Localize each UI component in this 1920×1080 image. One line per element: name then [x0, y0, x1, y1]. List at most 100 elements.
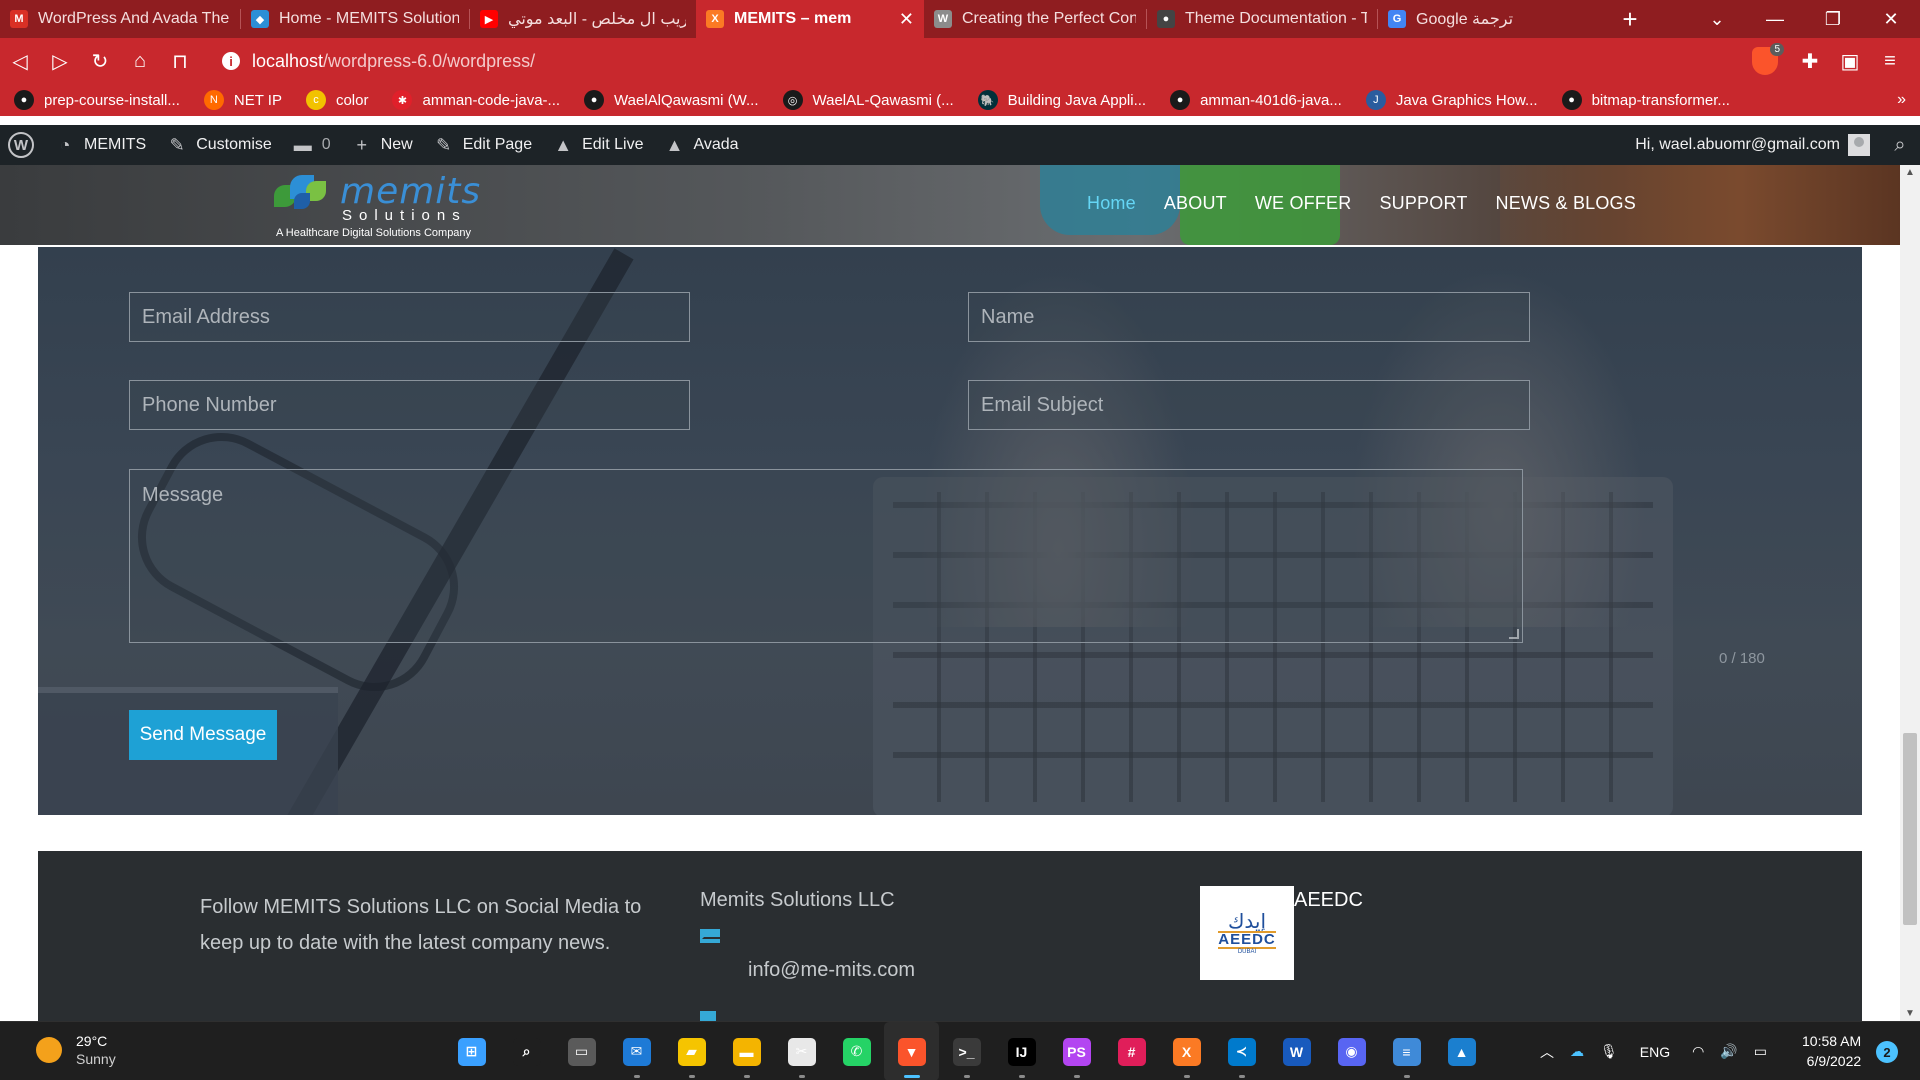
nav-support[interactable]: SUPPORT: [1379, 193, 1467, 214]
taskbar-app[interactable]: ◉: [1324, 1022, 1379, 1080]
taskbar-app[interactable]: PS: [1049, 1022, 1104, 1080]
notification-badge[interactable]: 2: [1876, 1041, 1898, 1063]
wp-edit-page[interactable]: ✎ Edit Page: [423, 125, 542, 165]
word-icon: W: [1282, 1037, 1311, 1066]
bookmark-item[interactable]: ◎ WaelAL-Qawasmi (...: [782, 90, 954, 110]
photos-icon: ▲: [1447, 1037, 1476, 1066]
volume-icon[interactable]: 🔊: [1720, 1043, 1737, 1060]
message-placeholder: Message: [142, 484, 224, 506]
aeedc-logo[interactable]: إيدك AEEDC DUBAI: [1200, 886, 1294, 980]
wp-account-menu[interactable]: Hi, wael.abuomr@gmail.com: [1625, 125, 1880, 165]
temperature: 29°C: [76, 1033, 108, 1049]
extensions-icon[interactable]: ✚: [1790, 41, 1830, 81]
wallet-icon[interactable]: ▣: [1830, 41, 1870, 81]
taskbar-app[interactable]: >_: [939, 1022, 994, 1080]
bookmarks-overflow-icon[interactable]: »: [1897, 91, 1906, 109]
taskbar-app[interactable]: X: [1159, 1022, 1214, 1080]
bookmark-item[interactable]: ● amman-401d6-java...: [1170, 90, 1342, 110]
restore-icon[interactable]: ❐: [1804, 0, 1862, 38]
scroll-up-icon[interactable]: ▲: [1905, 167, 1915, 178]
nav-about[interactable]: ABOUT: [1164, 193, 1227, 214]
taskbar-app[interactable]: ≡: [1379, 1022, 1434, 1080]
browser-tab[interactable]: X MEMITS – mem ✕: [696, 0, 924, 38]
weather-widget[interactable]: 29°C Sunny: [36, 1032, 116, 1068]
email-placeholder: Email Address: [142, 305, 270, 328]
taskbar-app[interactable]: ✉: [609, 1022, 664, 1080]
taskbar-app[interactable]: #: [1104, 1022, 1159, 1080]
wifi-icon[interactable]: ◠: [1692, 1043, 1704, 1060]
site-info-icon[interactable]: i: [222, 52, 240, 70]
bookmark-item[interactable]: ● WaelAlQawasmi (W...: [584, 90, 759, 110]
taskbar-app[interactable]: ⊞: [444, 1022, 499, 1080]
wp-comments[interactable]: ▬ 0: [282, 125, 341, 165]
brave-shields-icon[interactable]: 5: [1752, 43, 1784, 75]
browser-tab[interactable]: ● Theme Documentation - Th: [1147, 0, 1377, 38]
taskbar-app[interactable]: W: [1269, 1022, 1324, 1080]
taskbar-app[interactable]: ≺: [1214, 1022, 1269, 1080]
tray-chevron-icon[interactable]: ︿: [1540, 1042, 1554, 1062]
taskbar-app[interactable]: ▼: [884, 1022, 939, 1080]
bookmark-item[interactable]: 🐘 Building Java Appli...: [977, 90, 1146, 110]
taskbar-app[interactable]: ▲: [1434, 1022, 1489, 1080]
site-logo[interactable]: memits Solutions A Healthcare Digital So…: [274, 171, 494, 241]
bookmark-label: amman-code-java-...: [422, 91, 561, 109]
wp-edit-live[interactable]: ▲ Edit Live: [542, 125, 653, 165]
message-textarea[interactable]: Message: [129, 469, 1523, 643]
scroll-down-icon[interactable]: ▼: [1905, 1008, 1915, 1019]
footer-email-link[interactable]: info@me-mits.com: [748, 959, 915, 982]
close-tab-icon[interactable]: ✕: [891, 9, 914, 30]
back-icon[interactable]: ◁: [0, 41, 40, 81]
reload-icon[interactable]: ↻: [80, 41, 120, 81]
onedrive-icon[interactable]: ☁: [1570, 1043, 1584, 1060]
nav-news-blogs[interactable]: NEWS & BLOGS: [1496, 193, 1636, 214]
language-indicator[interactable]: ENG: [1640, 1044, 1670, 1060]
wp-new[interactable]: + New: [341, 125, 423, 165]
page-scrollbar[interactable]: ▲ ▼: [1900, 165, 1920, 1021]
bookmark-item[interactable]: ● prep-course-install...: [14, 90, 180, 110]
browser-tab[interactable]: W Creating the Perfect Contac: [924, 0, 1146, 38]
taskbar-app[interactable]: ▰: [664, 1022, 719, 1080]
taskbar-app[interactable]: ▬: [719, 1022, 774, 1080]
menu-icon[interactable]: ≡: [1870, 41, 1910, 81]
bookmark-item[interactable]: ✱ amman-code-java-...: [392, 90, 560, 110]
name-field[interactable]: Name: [968, 292, 1530, 342]
wp-avada[interactable]: ▲ Avada: [653, 125, 748, 165]
bookmark-item[interactable]: ● bitmap-transformer...: [1561, 90, 1730, 110]
taskbar-app[interactable]: ✂: [774, 1022, 829, 1080]
taskbar-app[interactable]: ▭: [554, 1022, 609, 1080]
system-clock[interactable]: 10:58 AM 6/9/2022: [1802, 1031, 1861, 1071]
scrollbar-thumb[interactable]: [1903, 733, 1917, 925]
new-tab-icon[interactable]: +: [1610, 4, 1650, 35]
minimize-icon[interactable]: —: [1746, 0, 1804, 38]
browser-tab[interactable]: ▶ غريب ال مخلص - البعد موتي: [470, 0, 696, 38]
close-window-icon[interactable]: ✕: [1862, 0, 1920, 38]
taskbar-app[interactable]: ✆: [829, 1022, 884, 1080]
send-message-button[interactable]: Send Message: [129, 710, 277, 760]
bookmark-icon[interactable]: ⊓: [160, 41, 200, 81]
bookmark-item[interactable]: J Java Graphics How...: [1365, 90, 1538, 110]
wp-customise[interactable]: ✎ Customise: [156, 125, 282, 165]
wordpress-logo-icon[interactable]: W: [8, 132, 34, 158]
nav-home[interactable]: Home: [1087, 193, 1136, 214]
home-icon[interactable]: ⌂: [120, 41, 160, 81]
browser-tab[interactable]: G Google ترجمة: [1378, 0, 1610, 38]
phone-field[interactable]: Phone Number: [129, 380, 690, 430]
bookmark-item[interactable]: c color: [305, 90, 368, 110]
browser-tab[interactable]: M WordPress And Avada Ther: [0, 0, 240, 38]
resize-handle-icon[interactable]: [1509, 629, 1519, 639]
wp-site-menu[interactable]: ◔ MEMITS: [44, 125, 156, 165]
browser-tab[interactable]: ◆ Home - MEMITS Solutions: [241, 0, 469, 38]
address-bar[interactable]: i localhost/wordpress-6.0/wordpress/: [212, 43, 1732, 79]
email-field[interactable]: Email Address: [129, 292, 690, 342]
subject-field[interactable]: Email Subject: [968, 380, 1530, 430]
nav-we-offer[interactable]: WE OFFER: [1255, 193, 1352, 214]
taskbar-app[interactable]: ⌕: [499, 1022, 554, 1080]
bookmark-item[interactable]: N NET IP: [203, 90, 282, 110]
forward-icon[interactable]: ▷: [40, 41, 80, 81]
search-icon[interactable]: ⌕: [1880, 134, 1920, 157]
microphone-icon[interactable]: 🎙: [1600, 1043, 1618, 1060]
file-explorer-icon: ▬: [732, 1037, 761, 1066]
tab-search-chevron-icon[interactable]: ⌄: [1688, 0, 1746, 38]
battery-icon[interactable]: ▭: [1754, 1043, 1767, 1060]
taskbar-app[interactable]: IJ: [994, 1022, 1049, 1080]
